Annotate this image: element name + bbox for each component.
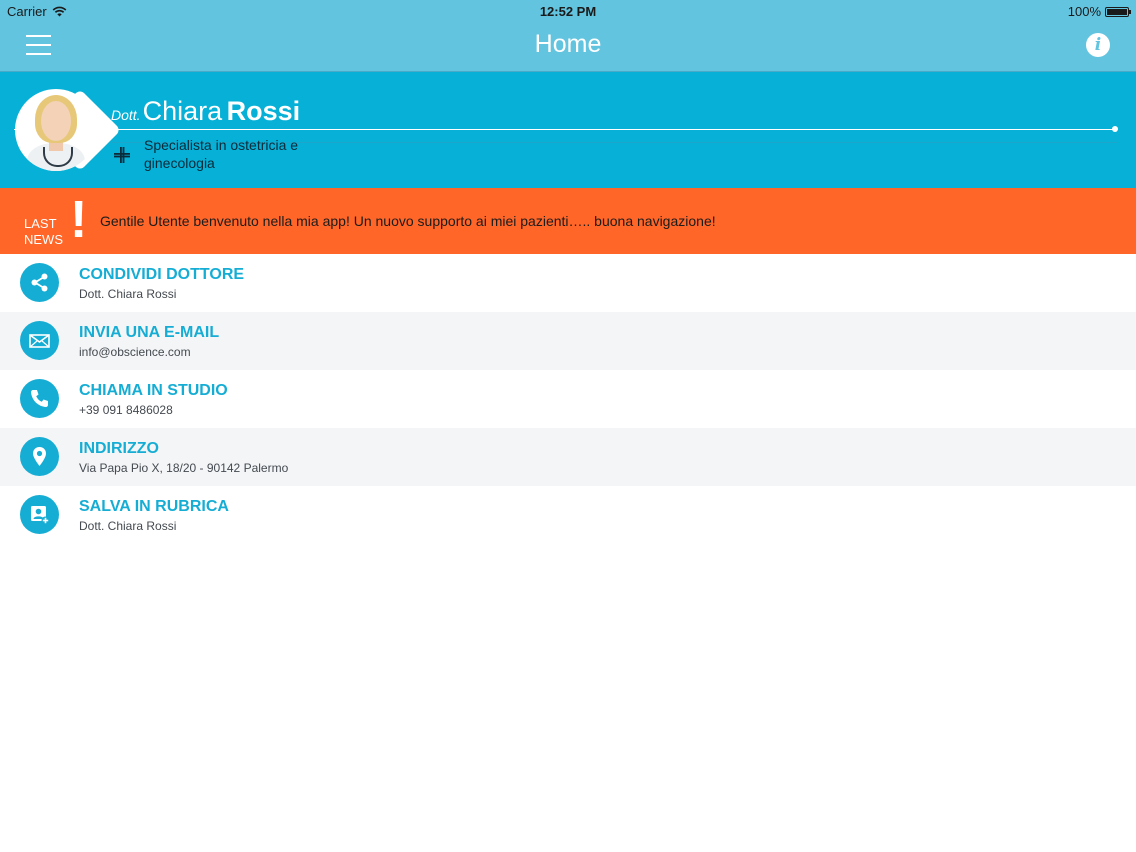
first-name: Chiara xyxy=(142,96,223,126)
list-item-subtitle: Dott. Chiara Rossi xyxy=(79,519,177,533)
doctor-name: Dott.Chiara Rossi xyxy=(111,96,300,127)
page-title: Home xyxy=(534,30,602,58)
call-office-item[interactable]: CHIAMA IN STUDIO +39 091 8486028 xyxy=(0,370,1136,428)
share-doctor-item[interactable]: CONDIVIDI DOTTORE Dott. Chiara Rossi xyxy=(0,254,1136,312)
list-item-subtitle: +39 091 8486028 xyxy=(79,403,173,417)
action-list: CONDIVIDI DOTTORE Dott. Chiara Rossi INV… xyxy=(0,254,1136,544)
send-email-item[interactable]: INVIA UNA E-MAIL info@obscience.com xyxy=(0,312,1136,370)
last-news-label: LAST NEWS xyxy=(24,216,63,247)
phone-icon xyxy=(20,379,59,418)
doctor-profile-header: Dott.Chiara Rossi Specialista in ostetri… xyxy=(0,72,1136,188)
mail-icon xyxy=(20,321,59,360)
doctor-specialty: Specialista in ostetricia e ginecologia xyxy=(144,137,299,171)
list-item-title: INVIA UNA E-MAIL xyxy=(79,324,220,341)
list-item-subtitle: Dott. Chiara Rossi xyxy=(79,287,177,301)
last-name: Rossi xyxy=(226,96,301,126)
add-contact-icon xyxy=(20,495,59,534)
list-item-title: SALVA IN RUBRICA xyxy=(79,498,229,515)
list-item-title: INDIRIZZO xyxy=(79,440,159,457)
last-news-banner[interactable]: LAST NEWS ! Gentile Utente benvenuto nel… xyxy=(0,188,1136,254)
exclamation-icon: ! xyxy=(70,191,88,249)
share-icon xyxy=(20,263,59,302)
list-item-title: CONDIVIDI DOTTORE xyxy=(79,266,245,283)
medical-cross-icon xyxy=(114,147,130,163)
list-item-subtitle: Via Papa Pio X, 18/20 - 90142 Palermo xyxy=(79,461,289,475)
status-bar: Carrier 12:52 PM 100% xyxy=(0,0,1136,22)
navigation-bar: Home i xyxy=(0,22,1136,72)
battery-label: 100% xyxy=(1067,4,1101,19)
battery-icon xyxy=(1105,6,1131,17)
address-item[interactable]: INDIRIZZO Via Papa Pio X, 18/20 - 90142 … xyxy=(0,428,1136,486)
save-contact-item[interactable]: SALVA IN RUBRICA Dott. Chiara Rossi xyxy=(0,486,1136,544)
battery-group: 100% xyxy=(1067,4,1131,19)
list-item-subtitle: info@obscience.com xyxy=(79,345,191,359)
name-prefix: Dott. xyxy=(111,107,141,123)
divider-line xyxy=(14,129,1114,130)
info-icon[interactable]: i xyxy=(1086,33,1110,57)
location-pin-icon xyxy=(20,437,59,476)
status-time: 12:52 PM xyxy=(539,4,597,19)
avatar xyxy=(15,89,97,171)
list-item-title: CHIAMA IN STUDIO xyxy=(79,382,228,399)
avatar-frame xyxy=(15,88,122,172)
news-text: Gentile Utente benvenuto nella mia app! … xyxy=(100,213,716,229)
divider-dot xyxy=(1112,126,1118,132)
